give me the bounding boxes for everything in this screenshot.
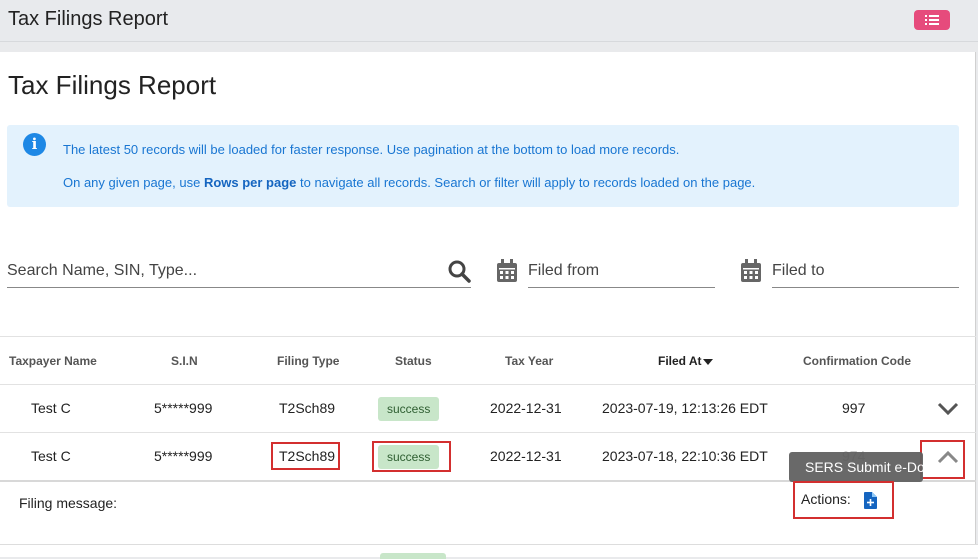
cell-name: Test C <box>31 448 71 464</box>
cell-sin: 5*****999 <box>154 400 213 416</box>
info-text-2: On any given page, use Rows per page to … <box>63 175 756 190</box>
menu-button[interactable] <box>914 10 950 30</box>
search-icon[interactable] <box>447 259 471 283</box>
header-divider <box>0 384 976 385</box>
cell-sin: 5*****999 <box>154 448 213 464</box>
filing-message-label: Filing message: <box>19 495 118 511</box>
submit-document-icon[interactable] <box>864 492 877 509</box>
col-header-confirmation-code[interactable]: Confirmation Code <box>803 354 911 368</box>
col-header-name[interactable]: Taxpayer Name <box>9 354 97 368</box>
filed-to-label: Filed to <box>772 262 825 279</box>
info-icon: i <box>23 133 46 156</box>
tooltip: SERS Submit e-Docs <box>789 452 939 482</box>
info-banner <box>7 125 959 207</box>
col-header-sin[interactable]: S.I.N <box>171 354 198 368</box>
list-icon <box>925 15 939 25</box>
top-bar: Tax Filings Report <box>0 0 978 42</box>
cell-confirmation-code: 997 <box>842 400 866 416</box>
col-header-filing-type[interactable]: Filing Type <box>277 354 339 368</box>
status-badge: success <box>378 397 440 421</box>
filed-to-field[interactable]: Filed to <box>772 252 959 288</box>
col-header-status[interactable]: Status <box>395 354 432 368</box>
cell-filed-at: 2023-07-18, 22:10:36 EDT <box>602 448 768 464</box>
status-badge: success <box>378 445 440 469</box>
col-header-filed-at[interactable]: Filed At <box>658 354 713 368</box>
search-input[interactable] <box>7 258 437 284</box>
chevron-down-icon[interactable] <box>937 402 959 416</box>
sort-desc-icon <box>702 358 713 365</box>
app-title: Tax Filings Report <box>8 8 169 30</box>
status-badge-partial <box>380 553 446 559</box>
actions-label: Actions: <box>801 491 851 507</box>
cell-tax-year: 2022-12-31 <box>490 400 562 416</box>
cell-name: Test C <box>31 400 71 416</box>
col-header-tax-year[interactable]: Tax Year <box>505 354 553 368</box>
chevron-up-icon[interactable] <box>937 450 959 464</box>
row-divider <box>0 432 976 433</box>
cell-tax-year: 2022-12-31 <box>490 448 562 464</box>
search-field <box>7 252 471 288</box>
calendar-icon[interactable] <box>740 259 762 283</box>
filed-from-label: Filed from <box>528 262 600 279</box>
cell-filing-type: T2Sch89 <box>279 400 336 416</box>
page-title: Tax Filings Report <box>8 70 217 100</box>
rows-per-page-text: Rows per page <box>203 175 297 190</box>
cell-filed-at: 2023-07-19, 12:13:26 EDT <box>602 400 768 416</box>
calendar-icon[interactable] <box>496 259 518 283</box>
info-text-1: The latest 50 records will be loaded for… <box>63 142 680 157</box>
table-top-divider <box>0 336 976 337</box>
next-row-strip <box>0 544 978 557</box>
filed-from-field[interactable]: Filed from <box>528 252 715 288</box>
cell-filing-type: T2Sch89 <box>279 448 336 464</box>
